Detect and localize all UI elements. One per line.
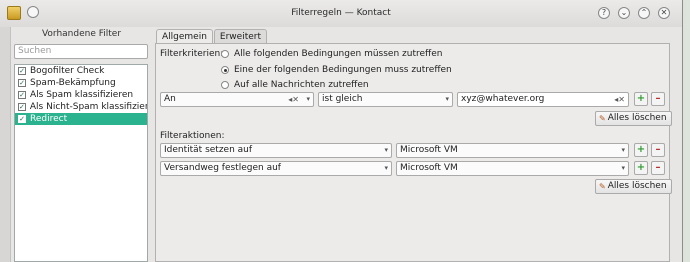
help-icon[interactable]: ? xyxy=(598,7,610,19)
filter-item-label: Redirect xyxy=(30,114,68,124)
rule-operator-value: ist gleich xyxy=(322,94,363,104)
rule-field-value: An xyxy=(164,94,176,104)
title-bar: Filterregeln — Kontact ? ⌄ ⌃ ✕ xyxy=(0,0,682,27)
add-action-button[interactable]: + xyxy=(634,161,648,175)
minus-icon: – xyxy=(655,162,661,173)
filter-checkbox[interactable]: ✓ xyxy=(18,67,26,75)
filter-rules-window: Filterregeln — Kontact ? ⌄ ⌃ ✕ Vorhanden… xyxy=(0,0,683,262)
close-icon[interactable]: ✕ xyxy=(658,7,670,19)
filter-checkbox[interactable]: ✓ xyxy=(18,115,26,123)
criteria-label: Filterkriterien: xyxy=(160,49,224,59)
filter-item-als-spam[interactable]: ✓ Als Spam klassifizieren xyxy=(15,89,147,101)
rule-field-combo[interactable]: An ◂✕ ▾ xyxy=(160,92,314,107)
add-action-button[interactable]: + xyxy=(634,143,648,157)
criteria-option-allmessages[interactable]: Auf alle Nachrichten zutreffen xyxy=(221,80,369,90)
action-value-combo-1[interactable]: Microsoft VM ▾ xyxy=(396,143,629,158)
filter-search-input[interactable]: Suchen xyxy=(14,44,148,59)
clear-criteria-label: Alles löschen xyxy=(607,113,667,123)
filter-checkbox[interactable]: ✓ xyxy=(18,103,26,111)
filter-list-heading: Vorhandene Filter xyxy=(41,29,122,39)
criteria-option-all[interactable]: Alle folgenden Bedingungen müssen zutref… xyxy=(221,49,442,59)
filter-item-label: Spam-Bekämpfung xyxy=(30,78,116,88)
maximize-icon[interactable]: ⌃ xyxy=(638,7,650,19)
plus-icon: + xyxy=(636,162,646,173)
minus-icon: – xyxy=(655,93,661,104)
radio-label: Eine der folgenden Bedingungen muss zutr… xyxy=(234,65,452,75)
action-value-text: Microsoft VM xyxy=(400,145,458,155)
filter-list: ✓ Bogofilter Check ✓ Spam-Bekämpfung ✓ A… xyxy=(14,64,148,262)
filter-checkbox[interactable]: ✓ xyxy=(18,91,26,99)
criteria-option-any[interactable]: Eine der folgenden Bedingungen muss zutr… xyxy=(221,65,452,75)
radio-button[interactable] xyxy=(221,50,229,58)
add-rule-button[interactable]: + xyxy=(634,92,648,106)
rule-operator-combo[interactable]: ist gleich ▾ xyxy=(318,92,453,107)
tab-bar: Allgemein Erweitert xyxy=(156,29,268,44)
minimize-icon[interactable]: ⌄ xyxy=(618,7,630,19)
filter-list-panel: Vorhandene Filter Suchen ✓ Bogofilter Ch… xyxy=(13,27,150,262)
action-type-combo-1[interactable]: Identität setzen auf ▾ xyxy=(160,143,392,158)
chevron-down-icon: ▾ xyxy=(384,146,388,154)
action-type-value: Identität setzen auf xyxy=(164,145,253,155)
radio-button[interactable] xyxy=(221,66,229,74)
filter-item-spam-bekaempfung[interactable]: ✓ Spam-Bekämpfung xyxy=(15,77,147,89)
title-bar-controls: ? ⌄ ⌃ ✕ xyxy=(598,7,670,19)
chevron-down-icon: ▾ xyxy=(445,95,449,103)
tab-erweitert[interactable]: Erweitert xyxy=(213,29,268,44)
broom-icon: ✎ xyxy=(599,114,606,123)
clear-actions-button[interactable]: ✎ Alles löschen xyxy=(595,179,672,194)
rule-value-text: xyz@whatever.org xyxy=(461,94,545,104)
rule-value-input[interactable]: xyz@whatever.org ◂✕ xyxy=(457,92,629,107)
radio-label: Alle folgenden Bedingungen müssen zutref… xyxy=(234,49,443,59)
filter-item-label: Als Spam klassifizieren xyxy=(30,90,134,100)
chevron-down-icon: ▾ xyxy=(306,95,310,103)
filter-item-label: Als Nicht-Spam klassifizieren xyxy=(29,102,147,112)
remove-rule-button[interactable]: – xyxy=(651,92,665,106)
remove-action-button[interactable]: – xyxy=(651,161,665,175)
filter-item-redirect[interactable]: ✓ Redirect xyxy=(15,113,147,125)
chevron-down-icon: ▾ xyxy=(621,164,625,172)
left-edge-strip xyxy=(0,27,11,262)
tab-content-allgemein: Filterkriterien: Alle folgenden Bedingun… xyxy=(155,43,672,262)
plus-icon: + xyxy=(636,144,646,155)
action-type-value: Versandweg festlegen auf xyxy=(164,163,281,173)
filter-item-als-nicht-spam[interactable]: ✓ Als Nicht-Spam klassifizieren xyxy=(15,101,147,113)
filter-checkbox[interactable]: ✓ xyxy=(18,79,26,87)
radio-button[interactable] xyxy=(221,81,229,89)
clear-field-icon[interactable]: ◂✕ xyxy=(288,93,299,106)
filter-item-bogofilter[interactable]: ✓ Bogofilter Check xyxy=(15,65,147,77)
clear-value-icon[interactable]: ◂✕ xyxy=(614,93,625,106)
plus-icon: + xyxy=(636,93,646,104)
radio-label: Auf alle Nachrichten zutreffen xyxy=(234,80,369,90)
minus-icon: – xyxy=(655,144,661,155)
clear-actions-label: Alles löschen xyxy=(607,181,667,191)
remove-action-button[interactable]: – xyxy=(651,143,665,157)
clear-criteria-button[interactable]: ✎ Alles löschen xyxy=(595,111,672,126)
action-value-combo-2[interactable]: Microsoft VM ▾ xyxy=(396,161,629,176)
chevron-down-icon: ▾ xyxy=(621,146,625,154)
tab-allgemein[interactable]: Allgemein xyxy=(156,29,213,44)
window-title: Filterregeln — Kontact xyxy=(291,8,391,18)
chevron-down-icon: ▾ xyxy=(384,164,388,172)
action-type-combo-2[interactable]: Versandweg festlegen auf ▾ xyxy=(160,161,392,176)
broom-icon: ✎ xyxy=(599,182,606,191)
filter-item-label: Bogofilter Check xyxy=(30,66,105,76)
action-value-text: Microsoft VM xyxy=(400,163,458,173)
actions-label: Filteraktionen: xyxy=(160,131,225,141)
